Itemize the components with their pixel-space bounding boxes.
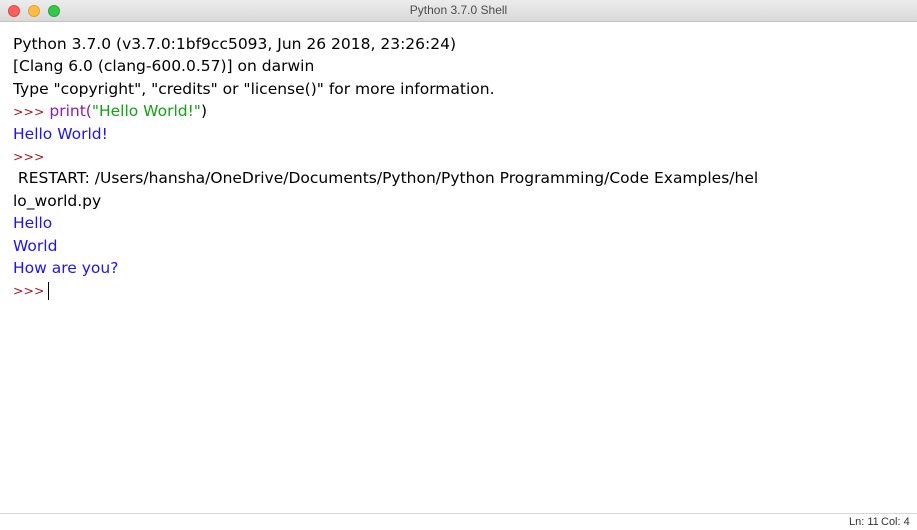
stdout-line: Hello: [13, 214, 53, 233]
stdout-line: How are you?: [13, 258, 119, 277]
stdout-line: Hello World!: [13, 124, 108, 143]
string-literal: "Hello World!": [91, 102, 201, 121]
status-bar: Ln: 11 Col: 4: [0, 513, 917, 530]
active-prompt-line[interactable]: >>>: [13, 279, 909, 301]
window-title: Python 3.7.0 Shell: [409, 3, 508, 17]
line-number-indicator: Ln: 11: [849, 516, 879, 528]
prompt: >>>: [13, 104, 45, 120]
banner-line: Type "copyright", "credits" or "license(…: [13, 79, 495, 98]
command-line: >>> print("Hello World!"): [13, 100, 909, 122]
column-number-indicator: Col: 4: [881, 516, 910, 528]
title-bar[interactable]: Python 3.7.0 Shell: [0, 0, 917, 22]
restart-line: RESTART: /Users/hansha/OneDrive/Document…: [13, 169, 759, 188]
empty-prompt-line: >>>: [13, 145, 909, 167]
restart-line-continued: lo_world.py: [13, 191, 102, 210]
banner-line: Python 3.7.0 (v3.7.0:1bf9cc5093, Jun 26 …: [13, 35, 457, 53]
prompt: >>>: [13, 283, 45, 299]
shell-text-area[interactable]: Python 3.7.0 (v3.7.0:1bf9cc5093, Jun 26 …: [13, 33, 909, 302]
text-cursor: [48, 281, 50, 300]
stdout-line: World: [13, 236, 58, 255]
prompt: >>>: [13, 148, 45, 164]
python-shell-window: Python 3.7.0 Shell Python 3.7.0 (v3.7.0:…: [0, 0, 917, 530]
close-paren: ): [200, 102, 207, 121]
print-builtin: print(: [49, 102, 92, 121]
banner-line: [Clang 6.0 (clang-600.0.57)] on darwin: [13, 57, 315, 76]
